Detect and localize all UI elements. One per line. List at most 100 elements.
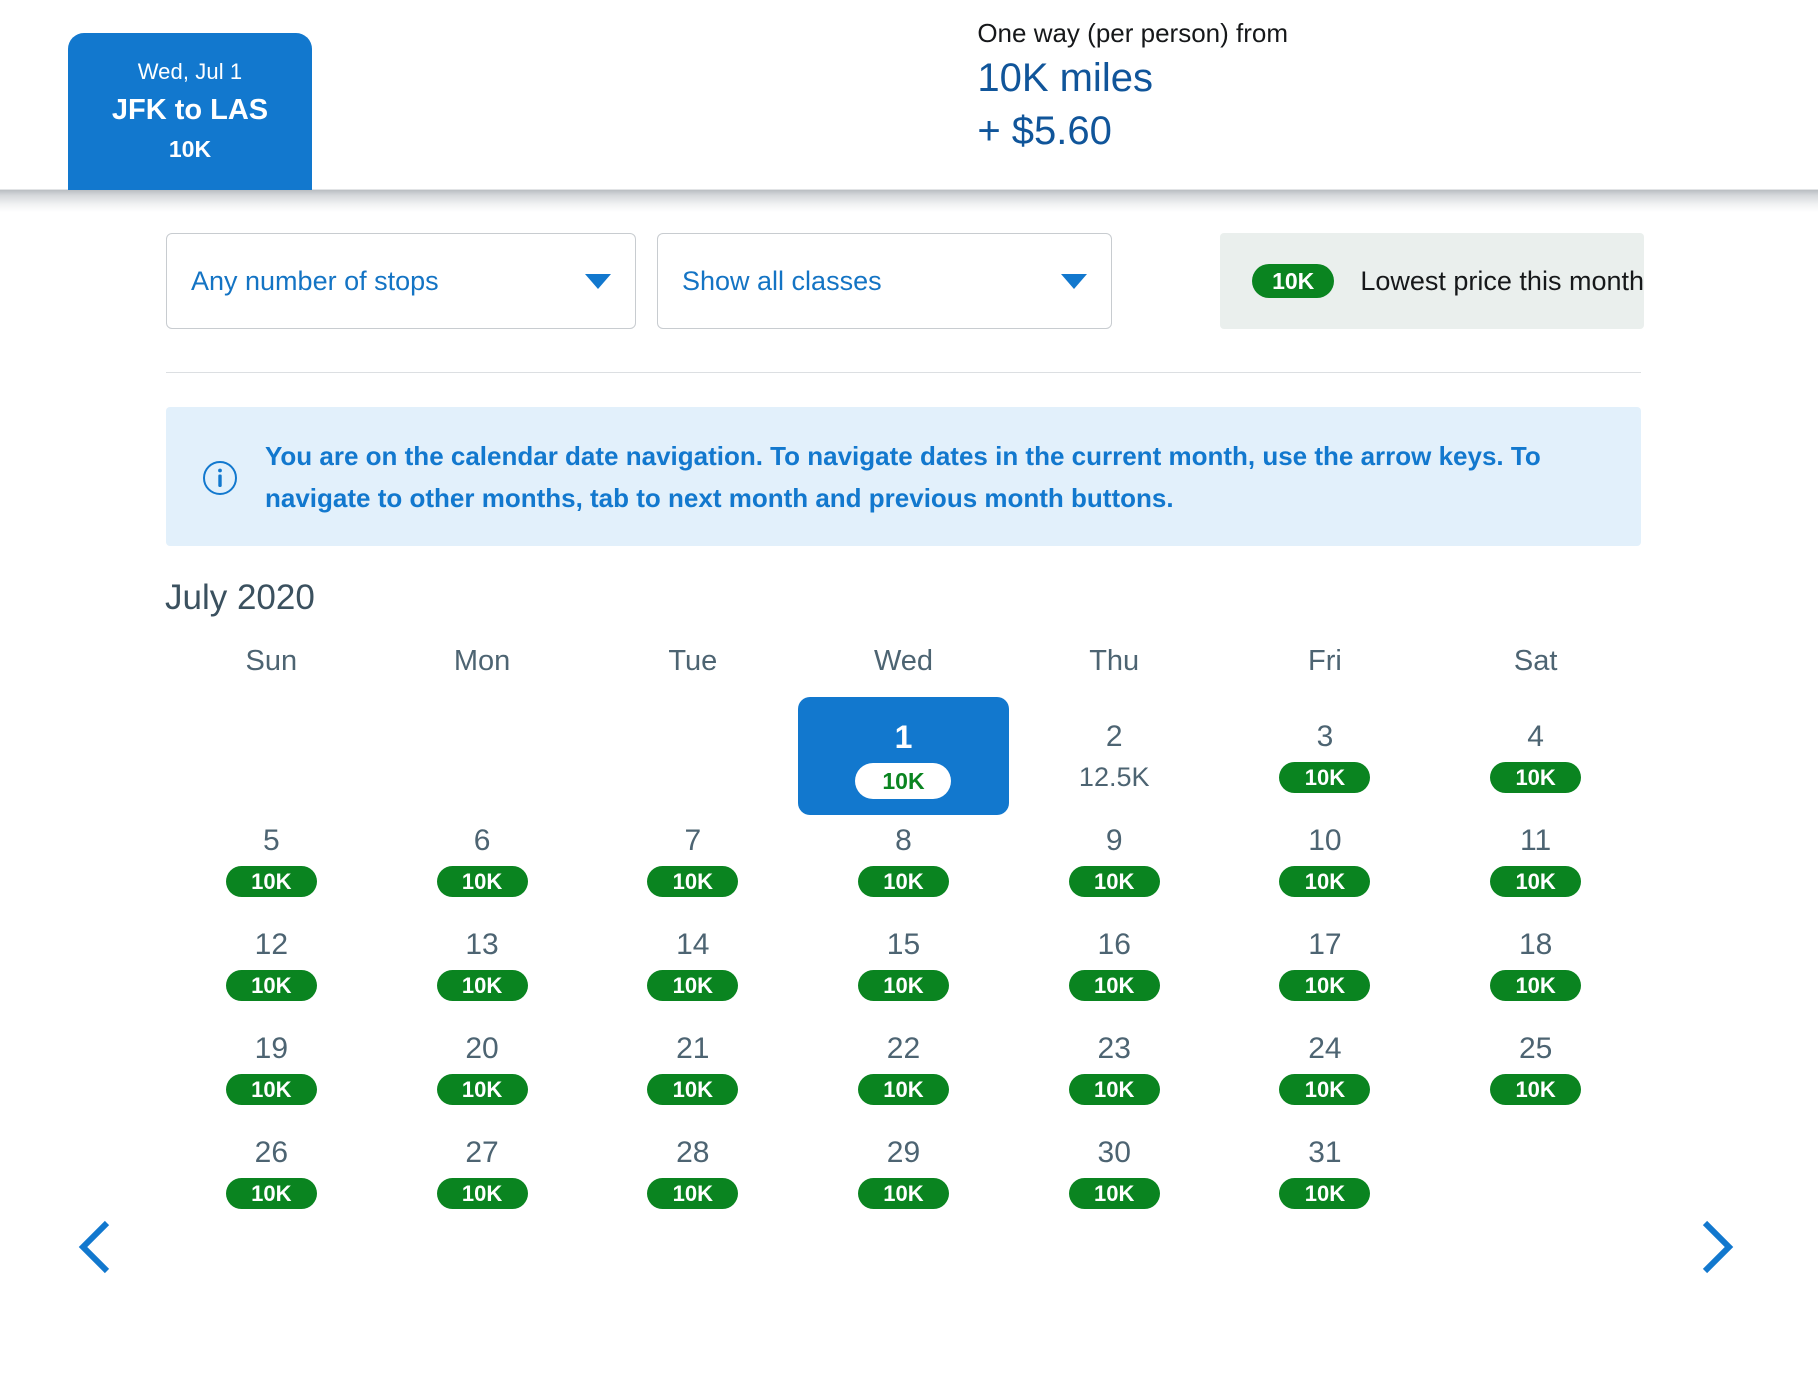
calendar-day-30[interactable]: 3010K	[1009, 1121, 1220, 1225]
calendar-day-number: 31	[1308, 1135, 1341, 1171]
calendar-day-price-badge: 10K	[1490, 866, 1581, 897]
calendar-day-price-badge: 10K	[1490, 1074, 1581, 1105]
calendar-day-price-badge: 10K	[1490, 762, 1581, 793]
calendar-day-number: 12	[255, 927, 288, 963]
calendar-day-number: 2	[1106, 719, 1123, 755]
calendar-day-number: 18	[1519, 927, 1552, 963]
calendar-day-2[interactable]: 2 12.5K	[1009, 705, 1220, 815]
calendar-day-20[interactable]: 2010K	[377, 1017, 588, 1121]
route-tab-date: Wed, Jul 1	[68, 57, 312, 87]
route-tab-miles: 10K	[68, 133, 312, 165]
page-header: Wed, Jul 1 JFK to LAS 10K One way (per p…	[0, 0, 1818, 190]
lowest-price-label: Lowest price this month	[1360, 266, 1644, 297]
calendar-day-price-badge: 10K	[858, 970, 949, 1001]
calendar-help-banner: You are on the calendar date navigation.…	[166, 407, 1641, 546]
calendar-day-number: 26	[255, 1135, 288, 1171]
calendar-day-price-badge: 10K	[647, 970, 738, 1001]
calendar-day-number: 9	[1106, 823, 1123, 859]
calendar-day-10[interactable]: 1010K	[1220, 809, 1431, 913]
stops-filter-value: Any number of stops	[191, 266, 573, 297]
calendar-day-13[interactable]: 1310K	[377, 913, 588, 1017]
calendar-weekday-thu: Thu	[1009, 645, 1220, 705]
calendar-day-16[interactable]: 1610K	[1009, 913, 1220, 1017]
calendar-day-price-badge: 10K	[858, 866, 949, 897]
chevron-down-icon	[585, 274, 611, 289]
route-tab-jfk-las[interactable]: Wed, Jul 1 JFK to LAS 10K	[68, 33, 312, 190]
calendar-week-row: 110K212.5K310K410K	[166, 705, 1641, 809]
calendar-day-9[interactable]: 910K	[1009, 809, 1220, 913]
calendar-day-price-badge: 10K	[647, 866, 738, 897]
filter-bar: Any number of stops Show all classes 10K…	[0, 233, 1818, 333]
calendar-day-price-badge: 10K	[1279, 1074, 1370, 1105]
calendar-day-empty	[587, 705, 798, 815]
calendar-day-1[interactable]: 110K	[798, 697, 1009, 815]
calendar-day-3[interactable]: 310K	[1220, 705, 1431, 815]
calendar-day-price-badge: 10K	[437, 866, 528, 897]
previous-month-button[interactable]	[62, 1212, 132, 1282]
calendar-day-price-badge: 10K	[858, 1178, 949, 1209]
price-summary: One way (per person) from 10K miles + $5…	[977, 14, 1288, 158]
calendar-day-4[interactable]: 410K	[1430, 705, 1641, 815]
calendar-day-31[interactable]: 3110K	[1220, 1121, 1431, 1225]
calendar-week-row: 1210K1310K1410K1510K1610K1710K1810K	[166, 913, 1641, 1017]
calendar-day-25[interactable]: 2510K	[1430, 1017, 1641, 1121]
calendar-day-22[interactable]: 2210K	[798, 1017, 1009, 1121]
price-miles: 10K miles	[977, 52, 1288, 105]
lowest-price-badge: 10K	[1252, 264, 1334, 298]
calendar-day-12[interactable]: 1210K	[166, 913, 377, 1017]
class-filter-value: Show all classes	[682, 266, 1049, 297]
calendar-day-24[interactable]: 2410K	[1220, 1017, 1431, 1121]
calendar-day-number: 25	[1519, 1031, 1552, 1067]
calendar-day-17[interactable]: 1710K	[1220, 913, 1431, 1017]
calendar-day-11[interactable]: 1110K	[1430, 809, 1641, 913]
calendar-month-title: July 2020	[165, 578, 315, 618]
calendar-day-price-badge: 10K	[226, 1074, 317, 1105]
calendar-day-21[interactable]: 2110K	[587, 1017, 798, 1121]
calendar-day-number: 5	[263, 823, 280, 859]
route-tab-route: JFK to LAS	[68, 89, 312, 131]
calendar-day-28[interactable]: 2810K	[587, 1121, 798, 1225]
calendar-day-price-badge: 10K	[1279, 970, 1370, 1001]
calendar-day-number: 4	[1527, 719, 1544, 755]
calendar-day-23[interactable]: 2310K	[1009, 1017, 1220, 1121]
calendar-day-number: 6	[474, 823, 491, 859]
calendar-day-number: 16	[1098, 927, 1131, 963]
calendar-day-number: 19	[255, 1031, 288, 1067]
chevron-right-icon	[1693, 1217, 1737, 1277]
calendar-day-number: 24	[1308, 1031, 1341, 1067]
calendar-day-14[interactable]: 1410K	[587, 913, 798, 1017]
calendar-day-price-badge: 10K	[437, 1178, 528, 1209]
calendar-day-27[interactable]: 2710K	[377, 1121, 588, 1225]
calendar-day-price-badge: 10K	[437, 970, 528, 1001]
calendar-day-price-badge: 10K	[226, 866, 317, 897]
calendar-day-26[interactable]: 2610K	[166, 1121, 377, 1225]
calendar-day-price-badge: 10K	[1279, 762, 1370, 793]
calendar-weeks: 110K212.5K310K410K510K610K710K810K910K10…	[166, 705, 1641, 1225]
calendar-weekday-sat: Sat	[1430, 645, 1641, 705]
price-fee: + $5.60	[977, 105, 1288, 158]
calendar-weekday-tue: Tue	[587, 645, 798, 705]
calendar-day-29[interactable]: 2910K	[798, 1121, 1009, 1225]
next-month-button[interactable]	[1680, 1212, 1750, 1282]
calendar-day-price-badge: 10K	[1069, 970, 1160, 1001]
lowest-price-legend: 10K Lowest price this month	[1220, 233, 1644, 329]
calendar-day-7[interactable]: 710K	[587, 809, 798, 913]
calendar-day-price-text: 12.5K	[1079, 762, 1150, 793]
calendar-week-row: 2610K2710K2810K2910K3010K3110K	[166, 1121, 1641, 1225]
calendar-day-15[interactable]: 1510K	[798, 913, 1009, 1017]
info-icon	[202, 460, 238, 496]
stops-filter-select[interactable]: Any number of stops	[166, 233, 636, 329]
calendar-day-price-badge: 10K	[647, 1074, 738, 1105]
calendar-day-5[interactable]: 510K	[166, 809, 377, 913]
calendar-day-18[interactable]: 1810K	[1430, 913, 1641, 1017]
calendar-day-number: 13	[465, 927, 498, 963]
calendar-day-6[interactable]: 610K	[377, 809, 588, 913]
calendar-day-19[interactable]: 1910K	[166, 1017, 377, 1121]
calendar-day-8[interactable]: 810K	[798, 809, 1009, 913]
calendar-day-number: 7	[684, 823, 701, 859]
calendar-day-number: 22	[887, 1031, 920, 1067]
chevron-left-icon	[75, 1217, 119, 1277]
calendar-day-empty	[1430, 1121, 1641, 1225]
class-filter-select[interactable]: Show all classes	[657, 233, 1112, 329]
calendar-day-price-badge: 10K	[1279, 866, 1370, 897]
